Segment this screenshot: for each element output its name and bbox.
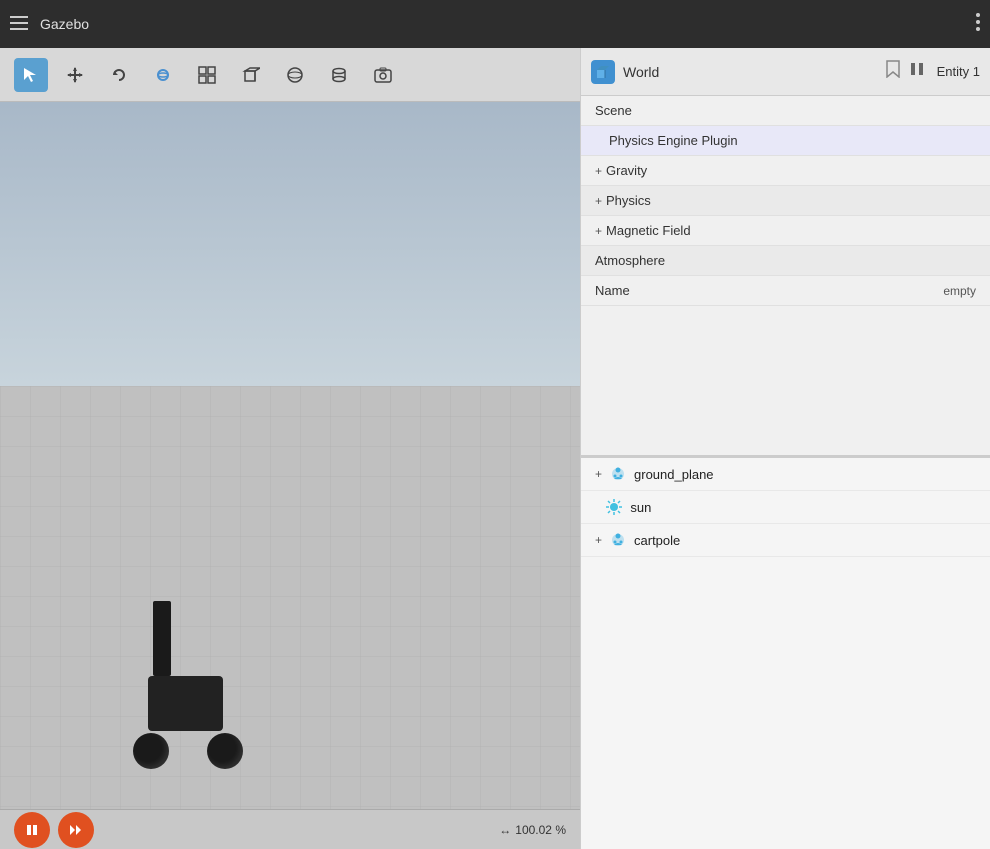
entity-panel: + ground_plane — [581, 456, 990, 849]
physics-expand-icon[interactable]: + — [595, 194, 602, 208]
grid-tool-button[interactable] — [190, 58, 224, 92]
pause-header-icon[interactable] — [909, 61, 925, 82]
prop-scene-label: Scene — [595, 103, 976, 118]
prop-gravity-label: Gravity — [606, 163, 976, 178]
robot-wheel-right — [207, 733, 243, 769]
status-bar: ↔ 100.02 % — [0, 809, 580, 849]
hamburger-menu-icon[interactable] — [10, 14, 28, 35]
ground-plane-model-icon — [608, 464, 628, 484]
cartpole-expand-icon[interactable]: + — [595, 533, 602, 547]
prop-physics[interactable]: + Physics — [581, 186, 990, 216]
prop-name-label: Name — [595, 283, 943, 298]
gravity-expand-icon[interactable]: + — [595, 164, 602, 178]
prop-scene[interactable]: Scene — [581, 96, 990, 126]
sky-background — [0, 102, 580, 386]
properties-panel: Scene Physics Engine Plugin + Gravity + … — [581, 96, 990, 456]
prop-physics-engine[interactable]: Physics Engine Plugin — [581, 126, 990, 156]
entity-name-sun: sun — [630, 500, 651, 515]
prop-atmosphere[interactable]: Atmosphere — [581, 246, 990, 276]
entity-row-sun[interactable]: sun — [581, 491, 990, 524]
cartpole-model-icon — [608, 530, 628, 550]
screenshot-tool-button[interactable] — [366, 58, 400, 92]
select-tool-button[interactable] — [14, 58, 48, 92]
entity-row-ground-plane[interactable]: + ground_plane — [581, 458, 990, 491]
prop-name-value: empty — [943, 284, 976, 298]
options-menu-icon[interactable] — [976, 13, 980, 36]
robot-cart-body — [148, 676, 223, 731]
ground-plane-expand-icon[interactable]: + — [595, 467, 602, 481]
magnetic-expand-icon[interactable]: + — [595, 224, 602, 238]
pause-button[interactable] — [14, 812, 50, 848]
fast-forward-button[interactable] — [58, 812, 94, 848]
world-cube-icon — [591, 60, 615, 84]
sun-light-icon — [604, 497, 624, 517]
zoom-level: 100.02 % — [515, 823, 566, 837]
prop-magnetic-label: Magnetic Field — [606, 223, 976, 238]
prop-magnetic-field[interactable]: + Magnetic Field — [581, 216, 990, 246]
sphere-tool-button[interactable] — [278, 58, 312, 92]
prop-name[interactable]: Name empty — [581, 276, 990, 306]
bookmark-icon[interactable] — [885, 60, 901, 83]
prop-physics-engine-label: Physics Engine Plugin — [609, 133, 976, 148]
box-tool-button[interactable] — [234, 58, 268, 92]
world-header: World Entity 1 — [581, 48, 990, 96]
orbit-tool-button[interactable] — [146, 58, 180, 92]
ground-plane — [0, 386, 580, 809]
prop-atmosphere-label: Atmosphere — [595, 253, 976, 268]
app-title: Gazebo — [40, 16, 964, 32]
prop-physics-label: Physics — [606, 193, 976, 208]
move-tool-button[interactable] — [58, 58, 92, 92]
entity-name-cartpole: cartpole — [634, 533, 680, 548]
cartpole-robot — [125, 676, 243, 769]
entity-label: Entity 1 — [937, 64, 980, 79]
rotate-tool-button[interactable] — [102, 58, 136, 92]
zoom-arrow-icon: ↔ — [499, 823, 511, 837]
grid-overlay — [0, 386, 580, 809]
entity-name-ground-plane: ground_plane — [634, 467, 714, 482]
prop-gravity[interactable]: + Gravity — [581, 156, 990, 186]
entity-row-cartpole[interactable]: + cartpole — [581, 524, 990, 557]
world-title: World — [623, 64, 877, 80]
robot-wheel-left — [133, 733, 169, 769]
cylinder-tool-button[interactable] — [322, 58, 356, 92]
robot-pole — [153, 601, 171, 676]
